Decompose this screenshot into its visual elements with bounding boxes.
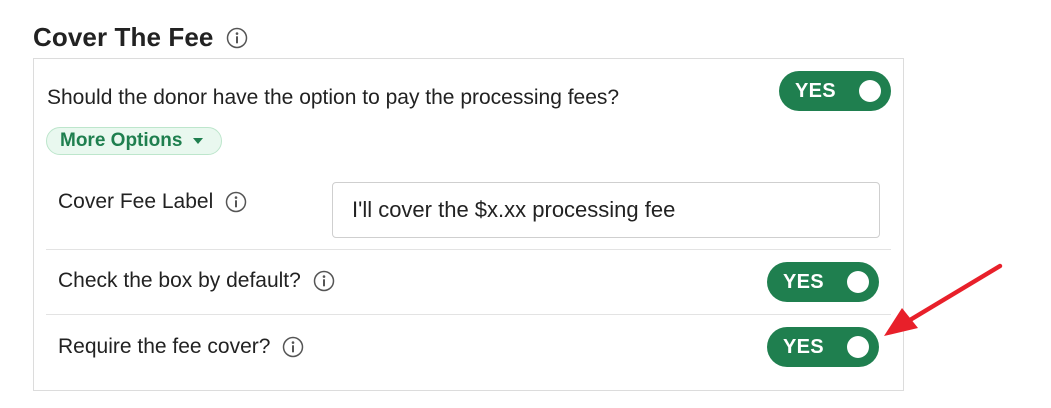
section-title: Cover The Fee [33, 22, 214, 52]
section-header: Cover The Fee [33, 22, 248, 53]
cover-fee-card: Should the donor have the option to pay … [33, 58, 904, 391]
info-icon[interactable] [282, 336, 304, 358]
check-default-label: Check the box by default? [58, 269, 301, 292]
cover-fee-label-input[interactable] [332, 182, 880, 238]
require-fee-toggle-label: YES [783, 335, 824, 358]
check-default-row: Check the box by default? [58, 269, 335, 293]
more-options-button[interactable]: More Options [46, 127, 222, 155]
toggle-knob [847, 336, 869, 358]
cover-fee-label-text: Cover Fee Label [58, 190, 214, 213]
more-options-label: More Options [60, 130, 183, 151]
toggle-knob [859, 80, 881, 102]
divider [46, 249, 891, 250]
toggle-knob [847, 271, 869, 293]
info-icon[interactable] [226, 27, 248, 49]
require-fee-row: Require the fee cover? [58, 335, 304, 359]
info-icon[interactable] [313, 270, 335, 292]
caret-down-icon [193, 138, 204, 144]
check-default-toggle[interactable]: YES [767, 262, 879, 302]
divider [46, 314, 891, 315]
require-fee-toggle[interactable]: YES [767, 327, 879, 367]
info-icon[interactable] [225, 191, 247, 213]
pay-fees-question: Should the donor have the option to pay … [47, 86, 620, 109]
require-fee-label: Require the fee cover? [58, 335, 271, 358]
pay-fees-toggle-label: YES [795, 79, 836, 102]
pay-fees-toggle[interactable]: YES [779, 71, 891, 111]
annotation-arrow-icon [884, 263, 1003, 336]
cover-fee-label-row: Cover Fee Label [58, 190, 247, 214]
check-default-toggle-label: YES [783, 270, 824, 293]
